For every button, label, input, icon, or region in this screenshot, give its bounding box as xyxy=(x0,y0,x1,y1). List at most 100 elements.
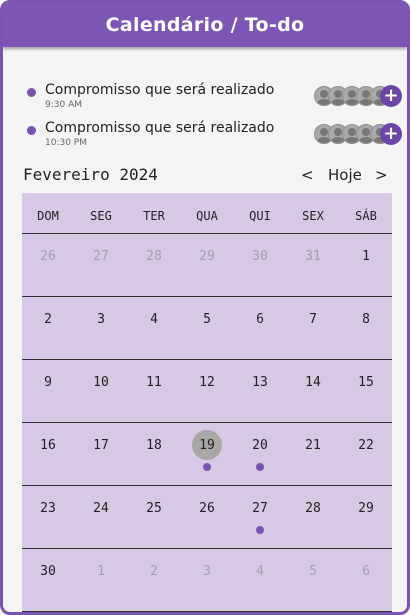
day-number: 4 xyxy=(150,312,158,327)
day-cell[interactable]: 24 xyxy=(75,486,127,548)
day-number: 6 xyxy=(362,564,370,579)
day-cell[interactable]: 27 xyxy=(234,486,286,548)
week-row: 26 27 28 29 30 31 1 xyxy=(22,234,392,297)
day-number: 4 xyxy=(256,564,264,579)
task-item[interactable]: Compromisso que será realizado 10:30 PM … xyxy=(25,120,405,149)
task-item[interactable]: Compromisso que será realizado 9:30 AM + xyxy=(25,82,405,111)
day-cell[interactable]: 29 xyxy=(181,234,233,296)
weekday-label: SÁB xyxy=(355,209,377,223)
day-cell[interactable]: 26 xyxy=(22,234,74,296)
day-cell[interactable]: 16 xyxy=(22,423,74,485)
event-dot-icon xyxy=(256,526,264,534)
day-cell[interactable]: 30 xyxy=(234,234,286,296)
week-row: 30 1 2 3 4 5 6 xyxy=(22,549,392,612)
day-number: 23 xyxy=(40,501,56,516)
day-number: 3 xyxy=(97,312,105,327)
day-cell[interactable]: 7 xyxy=(287,297,339,359)
day-cell[interactable]: 14 xyxy=(287,360,339,422)
day-number: 30 xyxy=(252,249,268,264)
day-number: 29 xyxy=(358,501,374,516)
week-row: 16 17 18 19 20 21 22 xyxy=(22,423,392,486)
day-number: 8 xyxy=(362,312,370,327)
day-number: 17 xyxy=(93,438,109,453)
day-cell[interactable]: 6 xyxy=(234,297,286,359)
day-number: 26 xyxy=(199,501,215,516)
day-number: 30 xyxy=(40,564,56,579)
day-cell[interactable]: 1 xyxy=(75,549,127,611)
week-row: 2 3 4 5 6 7 8 xyxy=(22,297,392,360)
add-participant-button[interactable]: + xyxy=(380,123,402,145)
calendar-grid: DOM SEG TER QUA QUI SEX SÁB 26 27 28 29 30 31 1 2 3 4 5 6… xyxy=(22,193,392,612)
next-month-button[interactable]: > xyxy=(375,166,388,184)
day-cell[interactable]: 11 xyxy=(128,360,180,422)
day-number: 1 xyxy=(362,249,370,264)
weekday-label: SEX xyxy=(302,209,324,223)
day-cell[interactable]: 6 xyxy=(340,549,392,611)
day-number: 13 xyxy=(252,375,268,390)
day-cell[interactable]: 18 xyxy=(128,423,180,485)
task-title: Compromisso que será realizado xyxy=(45,82,275,98)
today-button[interactable]: Hoje xyxy=(328,166,362,184)
day-number: 28 xyxy=(305,501,321,516)
day-number: 10 xyxy=(93,375,109,390)
day-cell[interactable]: 31 xyxy=(287,234,339,296)
day-number: 26 xyxy=(40,249,56,264)
app-frame: Calendário / To-do Compromisso que será … xyxy=(0,0,410,615)
day-number: 29 xyxy=(199,249,215,264)
day-number: 9 xyxy=(44,375,52,390)
task-time: 10:30 PM xyxy=(45,138,87,148)
day-cell[interactable]: 3 xyxy=(75,297,127,359)
week-row: 9 10 11 12 13 14 15 xyxy=(22,360,392,423)
day-cell[interactable]: 21 xyxy=(287,423,339,485)
event-dot-icon xyxy=(203,463,211,471)
day-cell[interactable]: 10 xyxy=(75,360,127,422)
day-cell[interactable]: 3 xyxy=(181,549,233,611)
day-number: 6 xyxy=(256,312,264,327)
task-bullet-icon xyxy=(27,126,36,135)
weekday-label: QUA xyxy=(196,209,218,223)
day-number: 22 xyxy=(358,438,374,453)
day-cell[interactable]: 28 xyxy=(128,234,180,296)
day-cell[interactable]: 5 xyxy=(181,297,233,359)
day-cell[interactable]: 13 xyxy=(234,360,286,422)
day-cell[interactable]: 4 xyxy=(234,549,286,611)
day-number: 18 xyxy=(146,438,162,453)
weekday-label: SEG xyxy=(90,209,112,223)
day-cell[interactable]: 26 xyxy=(181,486,233,548)
day-cell[interactable]: 1 xyxy=(340,234,392,296)
day-cell[interactable]: 22 xyxy=(340,423,392,485)
task-bullet-icon xyxy=(27,88,36,97)
day-cell[interactable]: 25 xyxy=(128,486,180,548)
day-cell[interactable]: 8 xyxy=(340,297,392,359)
day-cell[interactable]: 2 xyxy=(128,549,180,611)
day-number: 5 xyxy=(309,564,317,579)
day-cell[interactable]: 23 xyxy=(22,486,74,548)
day-cell[interactable]: 5 xyxy=(287,549,339,611)
day-cell[interactable]: 12 xyxy=(181,360,233,422)
day-number: 28 xyxy=(146,249,162,264)
day-number: 12 xyxy=(199,375,215,390)
day-number: 31 xyxy=(305,249,321,264)
weekday-label: DOM xyxy=(37,209,59,223)
app-title: Calendário / To-do xyxy=(105,14,305,36)
day-number: 7 xyxy=(309,312,317,327)
day-cell[interactable]: 9 xyxy=(22,360,74,422)
add-participant-button[interactable]: + xyxy=(380,85,402,107)
day-cell[interactable]: 30 xyxy=(22,549,74,611)
day-cell[interactable]: 17 xyxy=(75,423,127,485)
prev-month-button[interactable]: < xyxy=(301,166,314,184)
day-cell[interactable]: 28 xyxy=(287,486,339,548)
task-time: 9:30 AM xyxy=(45,100,82,110)
weekday-label: TER xyxy=(143,209,165,223)
day-cell[interactable]: 4 xyxy=(128,297,180,359)
day-number: 20 xyxy=(252,438,268,453)
day-cell-today[interactable]: 19 xyxy=(181,423,233,485)
weekday-label: QUI xyxy=(249,209,271,223)
day-cell[interactable]: 29 xyxy=(340,486,392,548)
day-number: 5 xyxy=(203,312,211,327)
day-cell[interactable]: 27 xyxy=(75,234,127,296)
day-cell[interactable]: 15 xyxy=(340,360,392,422)
day-cell[interactable]: 20 xyxy=(234,423,286,485)
day-number: 19 xyxy=(199,438,215,453)
day-cell[interactable]: 2 xyxy=(22,297,74,359)
